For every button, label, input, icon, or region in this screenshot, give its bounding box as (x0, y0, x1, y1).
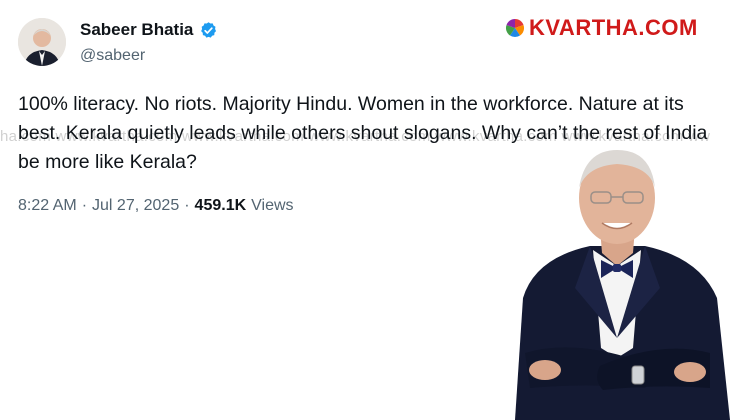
person-photo (515, 150, 730, 420)
person-avatar-icon (18, 18, 66, 66)
tweet-metadata: 8:22 AM · Jul 27, 2025 · 459.1K Views (18, 197, 294, 215)
brand-watermark-logo: KVARTHA.COM (505, 14, 698, 42)
author-avatar[interactable] (18, 18, 66, 66)
brand-name: KVARTHA.COM (529, 15, 698, 40)
meta-separator: · (184, 197, 190, 214)
verified-badge-icon (201, 21, 217, 38)
views-count: 459.1K (194, 197, 247, 214)
author-name-text: Sabeer Bhatia (80, 20, 194, 39)
pinwheel-logo-icon (505, 18, 525, 38)
views-label: Views (251, 197, 294, 214)
tweet-time[interactable]: 8:22 AM (18, 197, 77, 215)
meta-separator: · (81, 197, 88, 214)
author-handle[interactable]: @sabeer (80, 47, 145, 65)
tweet-date[interactable]: Jul 27, 2025 (92, 197, 179, 215)
author-name[interactable]: Sabeer Bhatia (80, 20, 218, 40)
